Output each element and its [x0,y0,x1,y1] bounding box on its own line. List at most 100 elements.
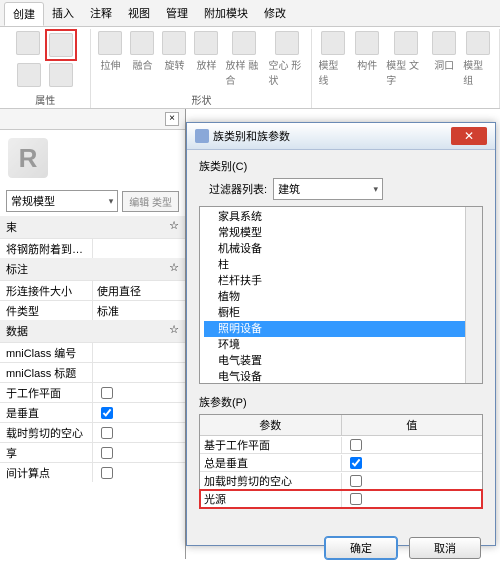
prop-key: 件类型 [0,303,92,319]
prop-row[interactable]: 件类型标准 [0,300,185,320]
type-selector[interactable]: 常规模型 [6,190,118,212]
prop-value[interactable] [92,463,185,482]
family-logo-icon: R [8,138,48,178]
tree-item[interactable]: 家具系统 [204,209,478,225]
prop-key: 于工作平面 [0,385,92,401]
param-row[interactable]: 基于工作平面 [200,436,482,454]
tree-item[interactable]: 橱柜 [204,305,478,321]
properties-button-2[interactable] [46,61,76,89]
extrude-button[interactable]: 拉伸 [95,29,125,89]
opening-button[interactable]: 洞口 [429,29,459,89]
dialog-close-button[interactable]: ✕ [451,127,487,145]
param-checkbox[interactable] [350,493,362,505]
tree-item[interactable]: 柱 [204,257,478,273]
prop-row[interactable]: mniClass 标题 [0,362,185,382]
prop-row[interactable]: 于工作平面 [0,382,185,402]
ok-button[interactable]: 确定 [325,537,397,559]
prop-key: 将钢筋附着到… [0,241,92,257]
sweptblend-button[interactable]: 放样 融合 [223,29,264,89]
tree-scrollbar[interactable] [465,207,482,383]
prop-value[interactable] [92,443,185,462]
param-value[interactable] [342,472,483,490]
dialog-icon [195,129,209,143]
tree-item[interactable]: 栏杆扶手 [204,273,478,289]
prop-group-header[interactable]: 束☆ [0,216,185,238]
filter-combo[interactable]: 建筑 [273,178,383,200]
prop-key: 形连接件大小 [0,283,92,299]
edit-type-button[interactable]: 编辑 类型 [122,191,179,212]
param-value[interactable] [342,454,483,472]
prop-value[interactable] [92,363,185,382]
tree-item[interactable]: 电气设备 [204,369,478,384]
prop-group-header[interactable]: 数据☆ [0,320,185,342]
param-header-name: 参数 [200,415,342,435]
param-row[interactable]: 光源 [200,490,482,508]
param-name: 总是垂直 [200,455,342,471]
component-button[interactable]: 构件 [352,29,382,89]
param-row[interactable]: 总是垂直 [200,454,482,472]
void-button[interactable]: 空心 形状 [266,29,307,89]
param-name: 加载时剪切的空心 [200,473,342,489]
param-row[interactable]: 加载时剪切的空心 [200,472,482,490]
family-category-button[interactable] [45,29,77,61]
cancel-button[interactable]: 取消 [409,537,481,559]
category-tree[interactable]: 家具系统常规模型机械设备柱栏杆扶手植物橱柜照明设备环境电气装置电气设备窗结构加强… [199,206,483,384]
tab-modify[interactable]: 修改 [256,2,294,26]
dialog-titlebar[interactable]: 族类别和族参数 ✕ [187,123,495,150]
tree-item[interactable]: 照明设备 [204,321,478,337]
family-category-dialog: 族类别和族参数 ✕ 族类别(C) 过滤器列表: 建筑 家具系统常规模型机械设备柱… [186,122,496,546]
prop-row[interactable]: 享 [0,442,185,462]
blend-button[interactable]: 融合 [127,29,157,89]
param-value[interactable] [342,490,483,508]
prop-checkbox[interactable] [101,447,113,459]
tree-item[interactable]: 机械设备 [204,241,478,257]
tab-view[interactable]: 视图 [120,2,158,26]
prop-value[interactable] [92,239,185,258]
prop-value[interactable] [92,423,185,442]
prop-row[interactable]: 载时剪切的空心 [0,422,185,442]
tab-manage[interactable]: 管理 [158,2,196,26]
modeltext-button[interactable]: 模型 文字 [384,29,427,89]
tree-item[interactable]: 环境 [204,337,478,353]
prop-checkbox[interactable] [101,407,113,419]
prop-group-header[interactable]: 标注☆ [0,258,185,280]
panel-title-forms: 形状 [191,91,211,108]
param-header-value: 值 [342,415,483,435]
properties-palette: × R 常规模型 编辑 类型 束☆将钢筋附着到…标注☆形连接件大小使用直径件类型… [0,109,186,559]
prop-row[interactable]: 形连接件大小使用直径 [0,280,185,300]
prop-key: 载时剪切的空心 [0,425,92,441]
family-types-button[interactable] [14,61,44,89]
tree-item[interactable]: 电气装置 [204,353,478,369]
prop-value[interactable]: 标准 [92,301,185,320]
prop-row[interactable]: 是垂直 [0,402,185,422]
prop-checkbox[interactable] [101,467,113,479]
modelgroup-button[interactable]: 模型 组 [461,29,495,89]
ribbon: 属性 拉伸 融合 旋转 放样 放样 融合 空心 形状 形状 模型 线 构件 模型… [0,27,500,109]
param-checkbox[interactable] [350,475,362,487]
prop-value[interactable] [92,403,185,422]
palette-header: × [0,109,185,130]
tab-annotate[interactable]: 注释 [82,2,120,26]
panel-model: 模型 线 构件 模型 文字 洞口 模型 组 [312,29,500,108]
properties-button[interactable] [13,29,43,61]
param-checkbox[interactable] [350,457,362,469]
prop-checkbox[interactable] [101,427,113,439]
prop-checkbox[interactable] [101,387,113,399]
palette-close-icon[interactable]: × [165,112,179,126]
sweep-button[interactable]: 放样 [191,29,221,89]
revolve-button[interactable]: 旋转 [159,29,189,89]
tree-item[interactable]: 常规模型 [204,225,478,241]
modelline-button[interactable]: 模型 线 [316,29,350,89]
tab-create[interactable]: 创建 [4,2,44,26]
prop-value[interactable] [92,383,185,402]
prop-row[interactable]: 间计算点 [0,462,185,482]
tab-insert[interactable]: 插入 [44,2,82,26]
prop-value[interactable] [92,343,185,362]
tree-item[interactable]: 植物 [204,289,478,305]
prop-row[interactable]: 将钢筋附着到… [0,238,185,258]
tab-addins[interactable]: 附加模块 [196,2,256,26]
prop-row[interactable]: mniClass 编号 [0,342,185,362]
prop-value[interactable]: 使用直径 [92,281,185,300]
param-value[interactable] [342,436,483,454]
param-checkbox[interactable] [350,439,362,451]
